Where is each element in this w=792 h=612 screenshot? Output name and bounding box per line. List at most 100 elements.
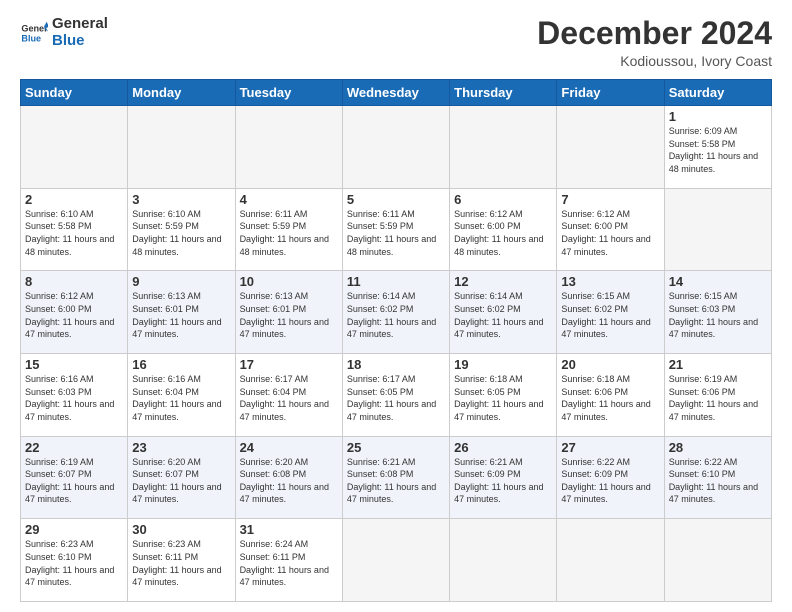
calendar-day-empty: [128, 106, 235, 189]
calendar-day: 16Sunrise: 6:16 AMSunset: 6:04 PMDayligh…: [128, 354, 235, 437]
day-info: Sunrise: 6:18 AMSunset: 6:05 PMDaylight:…: [454, 373, 552, 423]
calendar-day: 4Sunrise: 6:11 AMSunset: 5:59 PMDaylight…: [235, 188, 342, 271]
calendar-day: 27Sunrise: 6:22 AMSunset: 6:09 PMDayligh…: [557, 436, 664, 519]
calendar-day: 2Sunrise: 6:10 AMSunset: 5:58 PMDaylight…: [21, 188, 128, 271]
day-number: 21: [669, 357, 767, 372]
day-info: Sunrise: 6:24 AMSunset: 6:11 PMDaylight:…: [240, 538, 338, 588]
header: General Blue General Blue December 2024 …: [20, 16, 772, 69]
day-info: Sunrise: 6:14 AMSunset: 6:02 PMDaylight:…: [454, 290, 552, 340]
day-info: Sunrise: 6:21 AMSunset: 6:08 PMDaylight:…: [347, 456, 445, 506]
calendar-day: 17Sunrise: 6:17 AMSunset: 6:04 PMDayligh…: [235, 354, 342, 437]
day-number: 18: [347, 357, 445, 372]
day-number: 26: [454, 440, 552, 455]
calendar-day: 24Sunrise: 6:20 AMSunset: 6:08 PMDayligh…: [235, 436, 342, 519]
day-info: Sunrise: 6:11 AMSunset: 5:59 PMDaylight:…: [347, 208, 445, 258]
calendar-day-header: Thursday: [450, 80, 557, 106]
calendar-day: 11Sunrise: 6:14 AMSunset: 6:02 PMDayligh…: [342, 271, 449, 354]
day-info: Sunrise: 6:09 AMSunset: 5:58 PMDaylight:…: [669, 125, 767, 175]
calendar-body: 1Sunrise: 6:09 AMSunset: 5:58 PMDaylight…: [21, 106, 772, 602]
logo: General Blue General Blue: [20, 16, 108, 49]
day-number: 10: [240, 274, 338, 289]
day-info: Sunrise: 6:19 AMSunset: 6:07 PMDaylight:…: [25, 456, 123, 506]
calendar-day: 14Sunrise: 6:15 AMSunset: 6:03 PMDayligh…: [664, 271, 771, 354]
day-number: 8: [25, 274, 123, 289]
day-number: 15: [25, 357, 123, 372]
day-info: Sunrise: 6:22 AMSunset: 6:10 PMDaylight:…: [669, 456, 767, 506]
calendar-day: 13Sunrise: 6:15 AMSunset: 6:02 PMDayligh…: [557, 271, 664, 354]
calendar-day-empty: [450, 519, 557, 602]
calendar-day-header: Saturday: [664, 80, 771, 106]
calendar-week-row: 29Sunrise: 6:23 AMSunset: 6:10 PMDayligh…: [21, 519, 772, 602]
calendar-day: 12Sunrise: 6:14 AMSunset: 6:02 PMDayligh…: [450, 271, 557, 354]
day-number: 19: [454, 357, 552, 372]
calendar-day-empty: [664, 519, 771, 602]
calendar-day: 29Sunrise: 6:23 AMSunset: 6:10 PMDayligh…: [21, 519, 128, 602]
svg-text:Blue: Blue: [21, 33, 41, 43]
calendar-day-empty: [450, 106, 557, 189]
calendar-day: 21Sunrise: 6:19 AMSunset: 6:06 PMDayligh…: [664, 354, 771, 437]
day-info: Sunrise: 6:19 AMSunset: 6:06 PMDaylight:…: [669, 373, 767, 423]
page: General Blue General Blue December 2024 …: [0, 0, 792, 612]
calendar-day: 25Sunrise: 6:21 AMSunset: 6:08 PMDayligh…: [342, 436, 449, 519]
day-info: Sunrise: 6:13 AMSunset: 6:01 PMDaylight:…: [132, 290, 230, 340]
day-number: 27: [561, 440, 659, 455]
calendar-table: SundayMondayTuesdayWednesdayThursdayFrid…: [20, 79, 772, 602]
calendar-week-row: 15Sunrise: 6:16 AMSunset: 6:03 PMDayligh…: [21, 354, 772, 437]
day-number: 11: [347, 274, 445, 289]
calendar-day: 28Sunrise: 6:22 AMSunset: 6:10 PMDayligh…: [664, 436, 771, 519]
day-number: 1: [669, 109, 767, 124]
day-number: 3: [132, 192, 230, 207]
day-info: Sunrise: 6:12 AMSunset: 6:00 PMDaylight:…: [561, 208, 659, 258]
day-number: 12: [454, 274, 552, 289]
day-info: Sunrise: 6:20 AMSunset: 6:08 PMDaylight:…: [240, 456, 338, 506]
day-number: 23: [132, 440, 230, 455]
day-info: Sunrise: 6:10 AMSunset: 5:58 PMDaylight:…: [25, 208, 123, 258]
calendar-day: 26Sunrise: 6:21 AMSunset: 6:09 PMDayligh…: [450, 436, 557, 519]
day-info: Sunrise: 6:23 AMSunset: 6:11 PMDaylight:…: [132, 538, 230, 588]
day-number: 17: [240, 357, 338, 372]
day-info: Sunrise: 6:16 AMSunset: 6:03 PMDaylight:…: [25, 373, 123, 423]
day-number: 4: [240, 192, 338, 207]
calendar-day: 1Sunrise: 6:09 AMSunset: 5:58 PMDaylight…: [664, 106, 771, 189]
day-number: 5: [347, 192, 445, 207]
day-info: Sunrise: 6:21 AMSunset: 6:09 PMDaylight:…: [454, 456, 552, 506]
day-info: Sunrise: 6:13 AMSunset: 6:01 PMDaylight:…: [240, 290, 338, 340]
calendar-day: 30Sunrise: 6:23 AMSunset: 6:11 PMDayligh…: [128, 519, 235, 602]
calendar-day: 31Sunrise: 6:24 AMSunset: 6:11 PMDayligh…: [235, 519, 342, 602]
day-number: 25: [347, 440, 445, 455]
calendar-day: 20Sunrise: 6:18 AMSunset: 6:06 PMDayligh…: [557, 354, 664, 437]
day-info: Sunrise: 6:23 AMSunset: 6:10 PMDaylight:…: [25, 538, 123, 588]
calendar-day-empty: [342, 106, 449, 189]
calendar-header-row: SundayMondayTuesdayWednesdayThursdayFrid…: [21, 80, 772, 106]
calendar-week-row: 1Sunrise: 6:09 AMSunset: 5:58 PMDaylight…: [21, 106, 772, 189]
month-title: December 2024: [537, 16, 772, 51]
day-info: Sunrise: 6:22 AMSunset: 6:09 PMDaylight:…: [561, 456, 659, 506]
calendar-day: 10Sunrise: 6:13 AMSunset: 6:01 PMDayligh…: [235, 271, 342, 354]
day-number: 31: [240, 522, 338, 537]
calendar-day: 19Sunrise: 6:18 AMSunset: 6:05 PMDayligh…: [450, 354, 557, 437]
logo-blue: Blue: [52, 33, 108, 50]
calendar-day: 22Sunrise: 6:19 AMSunset: 6:07 PMDayligh…: [21, 436, 128, 519]
day-info: Sunrise: 6:12 AMSunset: 6:00 PMDaylight:…: [25, 290, 123, 340]
day-number: 16: [132, 357, 230, 372]
day-info: Sunrise: 6:14 AMSunset: 6:02 PMDaylight:…: [347, 290, 445, 340]
calendar-day: 6Sunrise: 6:12 AMSunset: 6:00 PMDaylight…: [450, 188, 557, 271]
calendar-day-empty: [664, 188, 771, 271]
location: Kodioussou, Ivory Coast: [537, 53, 772, 69]
day-info: Sunrise: 6:15 AMSunset: 6:03 PMDaylight:…: [669, 290, 767, 340]
calendar-day: 5Sunrise: 6:11 AMSunset: 5:59 PMDaylight…: [342, 188, 449, 271]
day-number: 24: [240, 440, 338, 455]
calendar-day: 8Sunrise: 6:12 AMSunset: 6:00 PMDaylight…: [21, 271, 128, 354]
day-info: Sunrise: 6:10 AMSunset: 5:59 PMDaylight:…: [132, 208, 230, 258]
day-info: Sunrise: 6:15 AMSunset: 6:02 PMDaylight:…: [561, 290, 659, 340]
day-number: 20: [561, 357, 659, 372]
day-info: Sunrise: 6:20 AMSunset: 6:07 PMDaylight:…: [132, 456, 230, 506]
calendar-day-header: Friday: [557, 80, 664, 106]
day-number: 2: [25, 192, 123, 207]
calendar-day: 7Sunrise: 6:12 AMSunset: 6:00 PMDaylight…: [557, 188, 664, 271]
calendar-day-empty: [342, 519, 449, 602]
day-number: 22: [25, 440, 123, 455]
calendar-day-empty: [235, 106, 342, 189]
calendar-day-header: Monday: [128, 80, 235, 106]
calendar-day: 15Sunrise: 6:16 AMSunset: 6:03 PMDayligh…: [21, 354, 128, 437]
